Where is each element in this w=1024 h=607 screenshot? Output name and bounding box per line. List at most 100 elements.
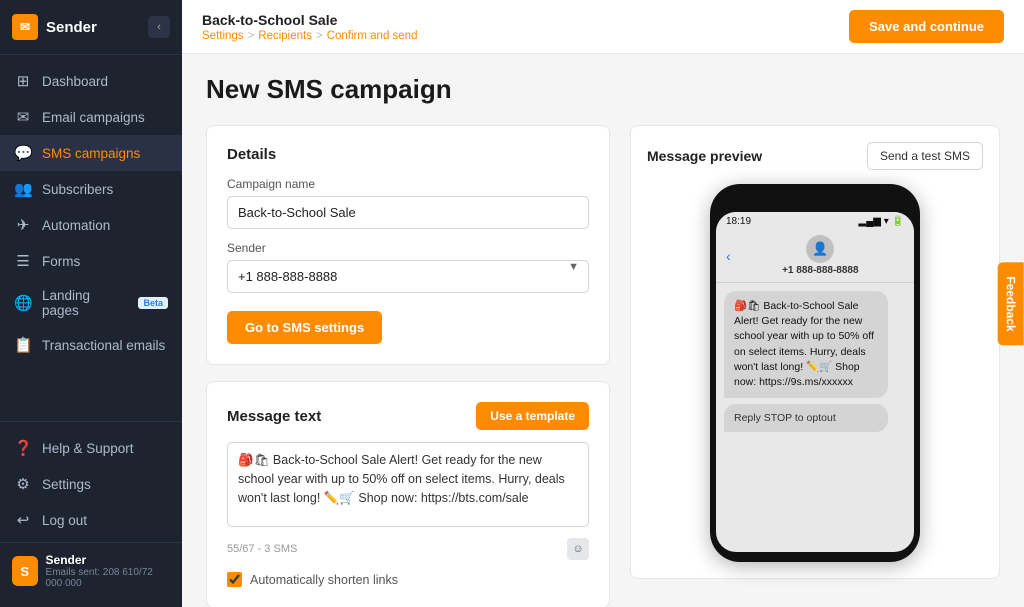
preview-title: Message preview [647,148,762,164]
preview-header: Message preview Send a test SMS [647,142,983,170]
sidebar-item-transactional-emails[interactable]: 📋 Transactional emails [0,327,182,363]
message-footer: 55/67 - 3 SMS ☺ [227,538,589,560]
sidebar-item-subscribers[interactable]: 👥 Subscribers [0,171,182,207]
details-card-title: Details [227,146,589,163]
page-title: New SMS campaign [206,74,1000,105]
sidebar-item-logout[interactable]: ↩ Log out [0,502,182,538]
sidebar-item-settings[interactable]: ⚙ Settings [0,466,182,502]
sidebar-item-label: Email campaigns [42,110,145,125]
phone-chat-header: ‹ 👤 +1 888-888-8888 [716,229,914,283]
campaign-name-label: Campaign name [227,177,589,191]
message-card-title: Message text [227,408,321,425]
left-column: Details Campaign name Sender +1 888-888-… [206,125,610,607]
sidebar-nav: ⊞ Dashboard ✉ Email campaigns 💬 SMS camp… [0,55,182,421]
message-card-header: Message text Use a template [227,402,589,430]
breadcrumb: Settings > Recipients > Confirm and send [202,30,417,42]
sidebar-user: S Sender Emails sent: 208 610/72 000 000 [0,542,182,599]
feedback-tab[interactable]: Feedback [997,262,1023,345]
sidebar-footer: ❓ Help & Support ⚙ Settings ↩ Log out S … [0,421,182,607]
sidebar-item-label: Subscribers [42,182,113,197]
sidebar-logo: ✉ Sender [12,14,97,40]
auto-shorten-label[interactable]: Automatically shorten links [250,573,398,587]
sidebar-header: ✉ Sender ‹ [0,0,182,55]
sidebar-collapse-button[interactable]: ‹ [148,16,170,38]
breadcrumb-settings[interactable]: Settings [202,30,244,42]
back-arrow-icon: ‹ [726,248,731,264]
user-avatar: S [12,556,38,586]
message-bubble: 🎒🛍 Back-to-School Sale Alert! Get ready … [724,291,888,398]
main-area: Back-to-School Sale Settings > Recipient… [182,0,1024,607]
chat-avatar: 👤 [806,235,834,263]
sidebar-item-label: Settings [42,477,91,492]
breadcrumb-confirm: Confirm and send [327,30,418,42]
sidebar-item-label: Automation [42,218,110,233]
message-textarea[interactable]: 🎒🛍 Back-to-School Sale Alert! Get ready … [227,442,589,527]
dashboard-icon: ⊞ [14,72,32,90]
right-column: Message preview Send a test SMS 18:19 ▂▄… [630,125,1000,607]
use-template-button[interactable]: Use a template [476,402,589,430]
campaign-name-input[interactable] [227,196,589,229]
sidebar-item-sms-campaigns[interactable]: 💬 SMS campaigns [0,135,182,171]
topbar-left: Back-to-School Sale Settings > Recipient… [202,12,417,42]
landing-icon: 🌐 [14,294,32,312]
phone-messages: 🎒🛍 Back-to-School Sale Alert! Get ready … [716,283,914,440]
phone-signal: ▂▄▆ ▾ 🔋 [859,216,905,227]
phone-time: 18:19 [726,216,751,227]
details-card: Details Campaign name Sender +1 888-888-… [206,125,610,365]
phone-mockup: 18:19 ▂▄▆ ▾ 🔋 ‹ 👤 +1 888-888-8888 [710,184,920,562]
sidebar-item-label: Dashboard [42,74,108,89]
phone-screen: 18:19 ▂▄▆ ▾ 🔋 ‹ 👤 +1 888-888-8888 [716,212,914,552]
subscribers-icon: 👥 [14,180,32,198]
breadcrumb-sep2: > [316,30,323,42]
sidebar-item-label: SMS campaigns [42,146,140,161]
transactional-icon: 📋 [14,336,32,354]
sidebar-item-label: Landing pages [42,288,126,318]
sidebar-item-email-campaigns[interactable]: ✉ Email campaigns [0,99,182,135]
sidebar-item-dashboard[interactable]: ⊞ Dashboard [0,63,182,99]
sms-settings-button[interactable]: Go to SMS settings [227,311,382,344]
message-text-card: Message text Use a template 🎒🛍 Back-to-S… [206,381,610,607]
logo-icon: ✉ [12,14,38,40]
campaign-title: Back-to-School Sale [202,12,417,28]
sidebar-item-label: Help & Support [42,441,134,456]
sender-label: Sender [227,241,589,255]
forms-icon: ☰ [14,252,32,270]
two-column-layout: Details Campaign name Sender +1 888-888-… [206,125,1000,607]
user-name: Sender [46,553,170,567]
emoji-icon[interactable]: ☺ [567,538,589,560]
preview-card: Message preview Send a test SMS 18:19 ▂▄… [630,125,1000,579]
sidebar-item-label: Transactional emails [42,338,165,353]
settings-icon: ⚙ [14,475,32,493]
save-continue-button[interactable]: Save and continue [849,10,1004,43]
sender-select-wrapper: Sender +1 888-888-8888 ▼ [227,241,589,293]
stop-bubble: Reply STOP to optout [724,404,888,432]
auto-shorten-checkbox[interactable] [227,572,242,587]
user-emails-sent: Emails sent: 208 610/72 000 000 [46,567,170,589]
automation-icon: ✈ [14,216,32,234]
breadcrumb-recipients[interactable]: Recipients [258,30,312,42]
sidebar-item-label: Forms [42,254,80,269]
breadcrumb-sep1: > [248,30,255,42]
user-info: Sender Emails sent: 208 610/72 000 000 [46,553,170,589]
char-count: 55/67 - 3 SMS [227,543,297,555]
phone-notch [785,194,845,208]
sender-select[interactable]: +1 888-888-8888 [227,260,589,293]
logout-icon: ↩ [14,511,32,529]
sidebar-item-label: Log out [42,513,87,528]
sidebar-item-forms[interactable]: ☰ Forms [0,243,182,279]
topbar: Back-to-School Sale Settings > Recipient… [182,0,1024,54]
sms-icon: 💬 [14,144,32,162]
help-icon: ❓ [14,439,32,457]
sidebar: ✉ Sender ‹ ⊞ Dashboard ✉ Email campaigns… [0,0,182,607]
sidebar-item-landing-pages[interactable]: 🌐 Landing pages Beta [0,279,182,327]
beta-badge: Beta [138,297,168,309]
brand-name: Sender [46,19,97,36]
email-icon: ✉ [14,108,32,126]
phone-status-bar: 18:19 ▂▄▆ ▾ 🔋 [716,212,914,229]
message-actions: ☺ [567,538,589,560]
content-area: New SMS campaign Details Campaign name S… [182,54,1024,607]
sidebar-item-automation[interactable]: ✈ Automation [0,207,182,243]
auto-shorten-row: Automatically shorten links [227,572,589,587]
sidebar-item-help[interactable]: ❓ Help & Support [0,430,182,466]
send-test-sms-button[interactable]: Send a test SMS [867,142,983,170]
